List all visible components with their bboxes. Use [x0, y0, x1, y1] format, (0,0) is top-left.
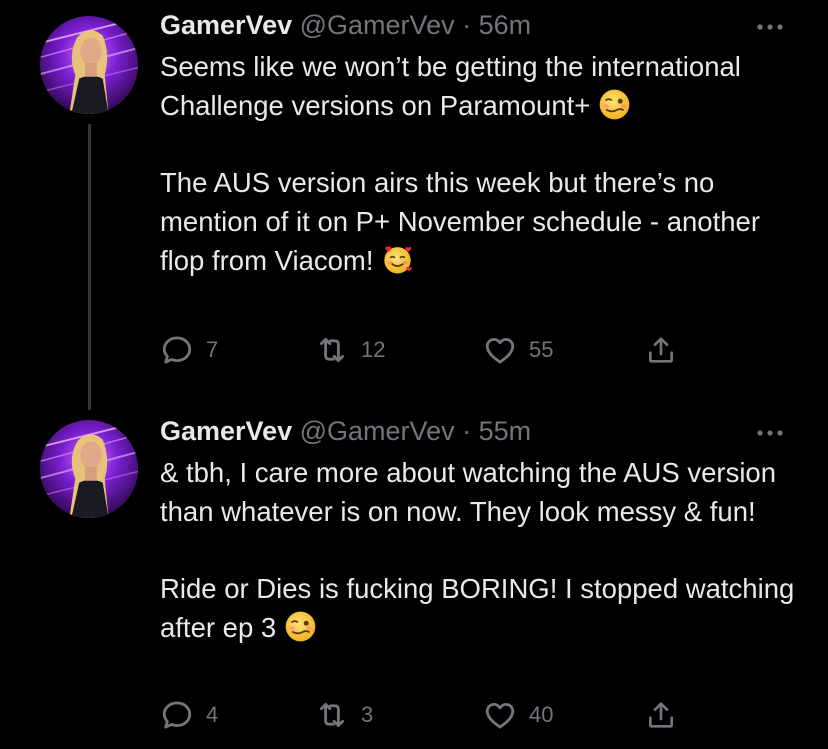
reply-button[interactable]: 7 [160, 330, 218, 370]
retweet-button[interactable]: 3 [315, 695, 373, 735]
timestamp[interactable]: 55m [479, 416, 532, 446]
tweet-paragraph: The AUS version airs this week but there… [160, 167, 760, 276]
tweet-text: Seems like we won’t be getting the inter… [160, 48, 800, 281]
woozy-face-emoji-icon [284, 610, 317, 643]
tweet-paragraph: & tbh, I care more about watching the AU… [160, 457, 777, 527]
more-horizontal-icon [752, 418, 788, 448]
tweet-header: GamerVev @GamerVev · 55m [160, 416, 531, 447]
thread-connector-line [88, 124, 91, 410]
like-count: 40 [529, 702, 554, 727]
tweet-paragraph: Ride or Dies is fucking BORING! I stoppe… [160, 573, 795, 644]
like-count: 55 [529, 337, 554, 362]
more-options-button[interactable] [752, 12, 788, 42]
tweet-actions: 7 12 55 [160, 330, 680, 370]
share-button[interactable] [645, 695, 677, 735]
heart-icon [483, 698, 517, 732]
user-handle[interactable]: @GamerVev [300, 10, 455, 40]
display-name[interactable]: GamerVev [160, 416, 292, 446]
tweet-text: & tbh, I care more about watching the AU… [160, 454, 800, 648]
smiling-face-with-hearts-emoji-icon [381, 243, 414, 276]
display-name[interactable]: GamerVev [160, 10, 292, 40]
reply-button[interactable]: 4 [160, 695, 218, 735]
like-button[interactable]: 40 [483, 695, 553, 735]
separator-dot: · [462, 416, 472, 446]
more-options-button[interactable] [752, 418, 788, 448]
reply-count: 7 [206, 337, 219, 362]
retweet-icon [315, 333, 349, 367]
avatar[interactable] [40, 420, 138, 518]
tweet[interactable]: GamerVev @GamerVev · 56m Seems like we w… [0, 0, 828, 410]
share-icon [645, 699, 677, 731]
separator-dot: · [462, 10, 472, 40]
tweet-paragraph: Seems like we won’t be getting the inter… [160, 51, 741, 121]
user-handle[interactable]: @GamerVev [300, 416, 455, 446]
reply-count: 4 [206, 702, 219, 727]
retweet-button[interactable]: 12 [315, 330, 385, 370]
share-button[interactable] [645, 330, 677, 370]
timestamp[interactable]: 56m [479, 10, 532, 40]
retweet-icon [315, 698, 349, 732]
like-button[interactable]: 55 [483, 330, 553, 370]
tweet-actions: 4 3 40 [160, 695, 680, 735]
woozy-face-emoji-icon [598, 88, 631, 121]
tweet-header: GamerVev @GamerVev · 56m [160, 10, 531, 41]
avatar[interactable] [40, 16, 138, 114]
retweet-count: 3 [361, 702, 374, 727]
tweet[interactable]: GamerVev @GamerVev · 55m & tbh, I care m… [0, 400, 828, 749]
reply-icon [160, 698, 194, 732]
share-icon [645, 334, 677, 366]
heart-icon [483, 333, 517, 367]
reply-icon [160, 333, 194, 367]
more-horizontal-icon [752, 12, 788, 42]
retweet-count: 12 [361, 337, 386, 362]
